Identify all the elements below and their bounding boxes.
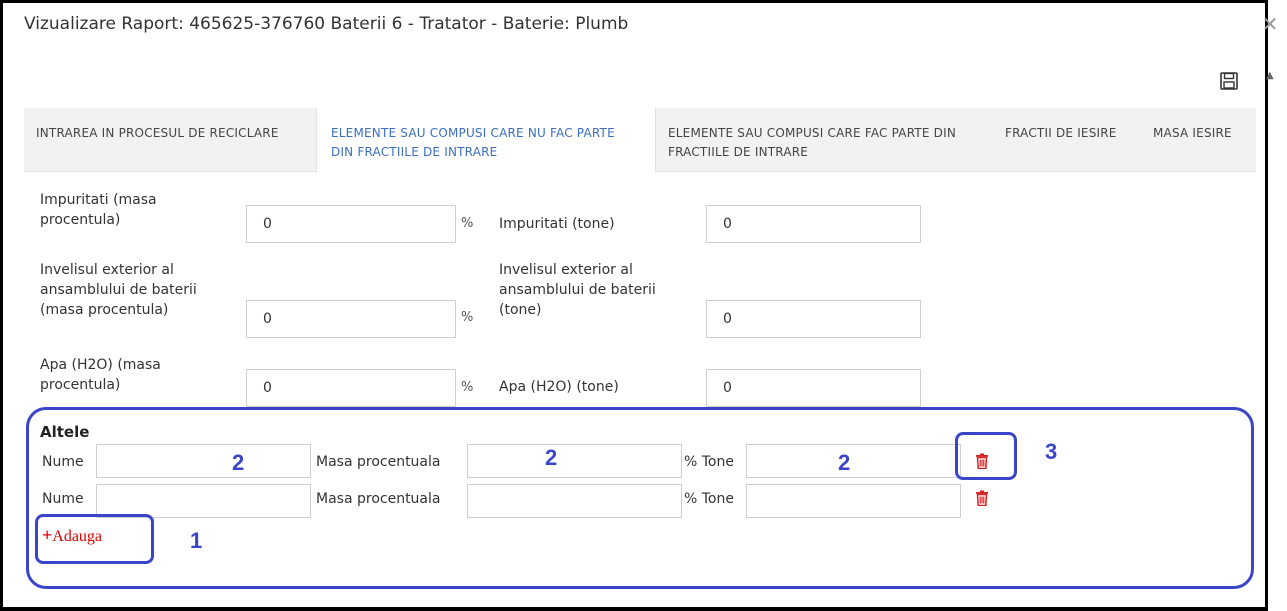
- tone-input[interactable]: [746, 484, 961, 518]
- tone-label: % Tone: [684, 491, 734, 507]
- invelisul-masa-input[interactable]: 0: [246, 300, 456, 338]
- annotation-number-2: 2: [545, 445, 558, 470]
- apa-masa-input[interactable]: 0: [246, 369, 456, 407]
- trash-icon[interactable]: [975, 490, 989, 507]
- nume-input[interactable]: [96, 484, 311, 518]
- impuritati-tone-label: Impuritati (tone): [499, 216, 615, 232]
- tone-input[interactable]: [746, 444, 961, 478]
- apa-tone-label: Apa (H2O) (tone): [499, 379, 619, 395]
- nume-input[interactable]: [96, 444, 311, 478]
- scroll-up-arrow-icon[interactable]: ▲: [1266, 70, 1274, 81]
- impuritati-tone-input[interactable]: 0: [706, 205, 921, 243]
- masa-procentuala-label: Masa procentuala: [316, 454, 441, 470]
- dialog-title: Vizualizare Raport: 465625-376760 Bateri…: [24, 14, 629, 34]
- annotation-number-3: 3: [1045, 439, 1058, 464]
- invelisul-masa-label: Invelisul exterior al ansamblului de bat…: [40, 262, 197, 318]
- nume-label: Nume: [42, 491, 84, 507]
- annotation-number-1: 1: [190, 528, 203, 553]
- masa-procentuala-input[interactable]: [467, 484, 682, 518]
- tab-elemente-nu-fac-parte[interactable]: ELEMENTE SAU COMPUSI CARE NU FAC PARTE D…: [316, 108, 656, 173]
- impuritati-masa-label: Impuritati (masa procentula): [40, 192, 157, 228]
- tab-intrarea[interactable]: INTRAREA IN PROCESUL DE RECICLARE: [36, 108, 321, 172]
- apa-masa-label: Apa (H2O) (masa procentula): [40, 357, 161, 393]
- masa-procentuala-input[interactable]: [467, 444, 682, 478]
- altele-title: Altele: [40, 423, 90, 441]
- annotation-box-add: [35, 514, 154, 564]
- percent-unit: %: [461, 216, 474, 231]
- close-icon[interactable]: ✕: [1260, 12, 1280, 36]
- tone-label: % Tone: [684, 454, 734, 470]
- nume-label: Nume: [42, 454, 84, 470]
- percent-unit: %: [461, 380, 474, 395]
- percent-unit: %: [461, 310, 474, 325]
- annotation-number-2: 2: [232, 450, 245, 475]
- frame-bottom-border: [0, 607, 1268, 611]
- masa-procentuala-label: Masa procentuala: [316, 491, 441, 507]
- tab-bar: INTRAREA IN PROCESUL DE RECICLARE ELEMEN…: [24, 108, 1256, 173]
- tab-masa-iesire[interactable]: MASA IESIRE: [1153, 108, 1253, 172]
- annotation-box-delete: [955, 432, 1017, 480]
- impuritati-masa-input[interactable]: 0: [246, 205, 456, 243]
- tab-fractii-iesire[interactable]: FRACTII DE IESIRE: [1005, 108, 1145, 172]
- annotation-number-2: 2: [838, 450, 851, 475]
- tab-elemente-fac-parte[interactable]: ELEMENTE SAU COMPUSI CARE FAC PARTE DIN …: [668, 108, 988, 172]
- save-icon[interactable]: [1220, 72, 1242, 94]
- invelisul-tone-input[interactable]: 0: [706, 300, 921, 338]
- apa-tone-input[interactable]: 0: [706, 369, 921, 407]
- invelisul-tone-label: Invelisul exterior al ansamblului de bat…: [499, 262, 656, 318]
